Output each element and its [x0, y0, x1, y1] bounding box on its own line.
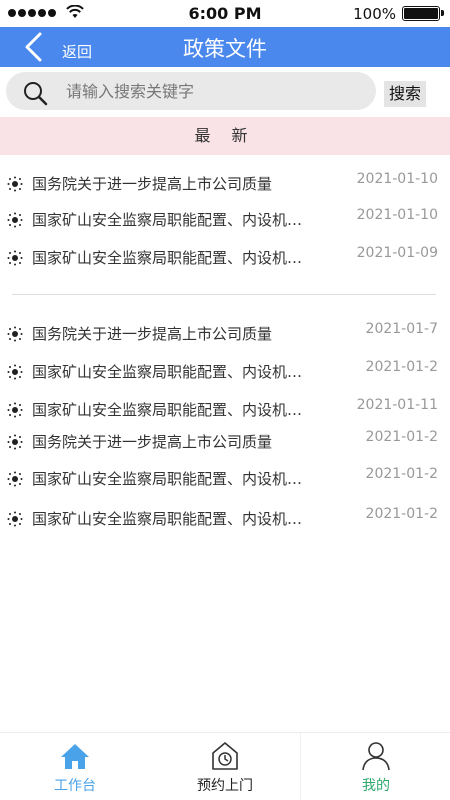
item-title: 国家矿山安全监察局职能配置、内设机…	[32, 249, 303, 267]
tab-label: 工作台	[54, 778, 96, 794]
item-title: 国务院关于进一步提高上市公司质量	[32, 433, 273, 451]
search-icon	[24, 82, 48, 106]
list-item[interactable]: 国家矿山安全监察局职能配置、内设机… 2021-01-2	[0, 464, 450, 494]
bullet-icon	[7, 326, 23, 342]
home-icon	[61, 744, 89, 769]
list-item[interactable]: 国务院关于进一步提高上市公司质量 2021-01-10	[0, 169, 450, 199]
item-title: 国家矿山安全监察局职能配置、内设机…	[32, 510, 303, 528]
list-item[interactable]: 国家矿山安全监察局职能配置、内设机… 2021-01-11	[0, 395, 450, 425]
list-item[interactable]: 国务院关于进一步提高上市公司质量 2021-01-2	[0, 427, 450, 457]
item-date: 2021-01-11	[356, 397, 438, 413]
status-bar: 6:00 PM 100%	[0, 0, 450, 27]
tab-label: 我的	[362, 778, 390, 794]
chevron-left-icon	[25, 32, 42, 62]
search-button[interactable]: 搜索	[384, 81, 426, 107]
item-date: 2021-01-7	[365, 321, 438, 337]
bullet-icon	[7, 364, 23, 380]
battery-percentage: 100%	[353, 5, 396, 23]
battery-icon	[402, 6, 444, 21]
bullet-icon	[7, 176, 23, 192]
tab-appointment[interactable]: 预约上门	[150, 733, 300, 800]
list-item[interactable]: 国家矿山安全监察局职能配置、内设机… 2021-01-2	[0, 357, 450, 387]
bottom-tab-bar: 工作台 预约上门 我的	[0, 732, 450, 800]
item-title: 国家矿山安全监察局职能配置、内设机…	[32, 211, 303, 229]
item-date: 2021-01-2	[365, 506, 438, 522]
item-title: 国务院关于进一步提高上市公司质量	[32, 175, 273, 193]
item-title: 国家矿山安全监察局职能配置、内设机…	[32, 363, 303, 381]
bullet-icon	[7, 212, 23, 228]
person-icon	[361, 742, 390, 771]
divider	[12, 294, 436, 295]
list-item[interactable]: 国家矿山安全监察局职能配置、内设机… 2021-01-2	[0, 504, 450, 534]
tab-label: 预约上门	[197, 778, 253, 794]
latest-section-header: 最 新	[0, 117, 450, 155]
clock-house-icon	[212, 742, 238, 770]
item-title: 国家矿山安全监察局职能配置、内设机…	[32, 470, 303, 488]
tab-mine[interactable]: 我的	[300, 733, 450, 800]
search-input[interactable]	[66, 76, 366, 106]
item-date: 2021-01-10	[356, 207, 438, 223]
list-item[interactable]: 国家矿山安全监察局职能配置、内设机… 2021-01-10	[0, 205, 450, 235]
bullet-icon	[7, 511, 23, 527]
item-date: 2021-01-2	[365, 466, 438, 482]
nav-header: 返回 政策文件	[0, 27, 450, 67]
item-date: 2021-01-2	[365, 359, 438, 375]
bullet-icon	[7, 250, 23, 266]
back-label: 返回	[62, 42, 93, 61]
policy-documents-screen: 6:00 PM 100% 返回 政策文件 搜索 最 新 国务院关于进一步提高上市…	[0, 0, 450, 800]
item-date: 2021-01-10	[356, 171, 438, 187]
bullet-icon	[7, 402, 23, 418]
bullet-icon	[7, 471, 23, 487]
item-date: 2021-01-09	[356, 245, 438, 261]
item-title: 国务院关于进一步提高上市公司质量	[32, 325, 273, 343]
back-button[interactable]: 返回	[22, 31, 92, 63]
list-item[interactable]: 国务院关于进一步提高上市公司质量 2021-01-7	[0, 319, 450, 349]
list-item[interactable]: 国家矿山安全监察局职能配置、内设机… 2021-01-09	[0, 243, 450, 273]
item-title: 国家矿山安全监察局职能配置、内设机…	[32, 401, 303, 419]
item-date: 2021-01-2	[365, 429, 438, 445]
search-bar: 搜索	[0, 67, 450, 115]
tab-workbench[interactable]: 工作台	[0, 733, 150, 800]
search-box	[6, 72, 376, 110]
bullet-icon	[7, 434, 23, 450]
